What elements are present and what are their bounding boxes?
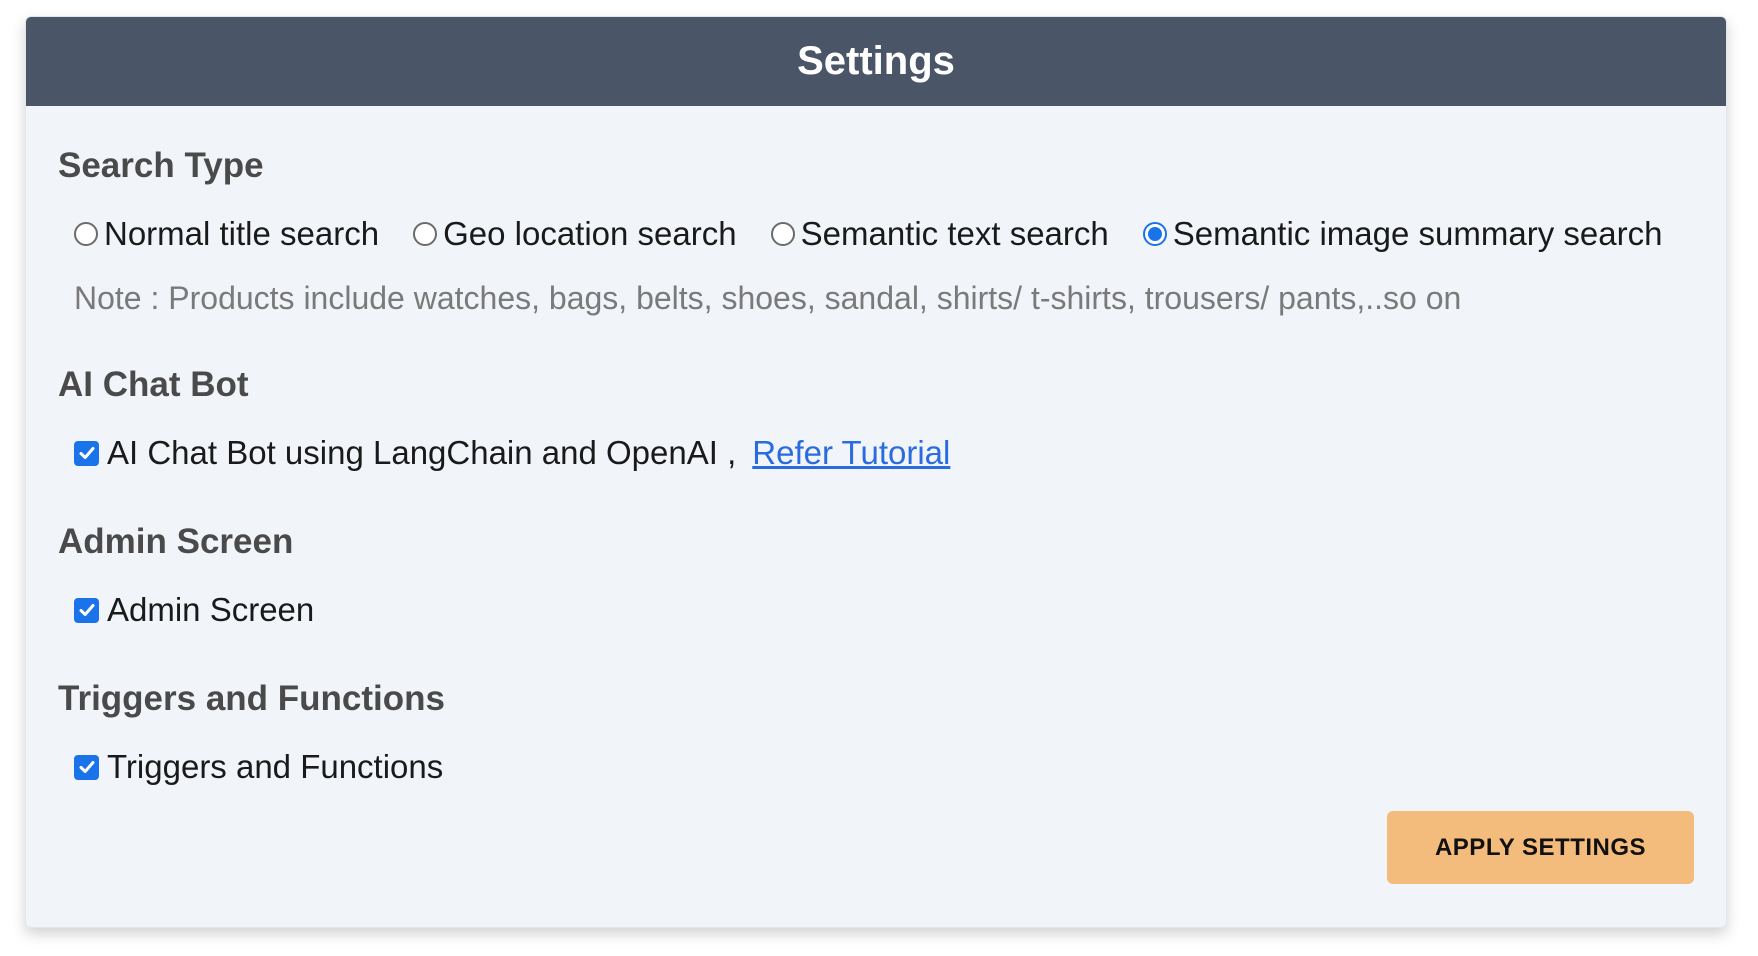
radio-label: Geo location search bbox=[443, 215, 737, 252]
radio-label: Semantic image summary search bbox=[1172, 215, 1663, 252]
triggers-label: Triggers and Functions bbox=[107, 748, 444, 785]
radio-label: Normal title search bbox=[104, 215, 380, 252]
radio-button[interactable] bbox=[413, 222, 438, 246]
admin-screen-title: Admin Screen bbox=[58, 522, 294, 561]
triggers-title: Triggers and Functions bbox=[58, 679, 445, 718]
search-type-section: Search Type Normal title search Geo loca… bbox=[58, 106, 1694, 318]
admin-screen-section: Admin Screen Admin Screen bbox=[58, 521, 1694, 630]
ai-chat-bot-title: AI Chat Bot bbox=[58, 365, 249, 404]
ai-chat-bot-option: AI Chat Bot using LangChain and OpenAI ,… bbox=[74, 433, 1694, 473]
ai-chat-bot-label: AI Chat Bot using LangChain and OpenAI , bbox=[107, 434, 737, 471]
checkmark-icon bbox=[79, 604, 94, 616]
checkmark-icon bbox=[79, 447, 94, 459]
panel-body: Search Type Normal title search Geo loca… bbox=[26, 106, 1726, 927]
radio-semantic-text-search[interactable]: Semantic text search bbox=[770, 215, 1109, 253]
radio-label: Semantic text search bbox=[800, 215, 1109, 252]
radio-button-selected[interactable] bbox=[1142, 222, 1167, 246]
radio-normal-title-search[interactable]: Normal title search bbox=[74, 215, 379, 253]
admin-screen-option: Admin Screen bbox=[74, 590, 1694, 630]
radio-button[interactable] bbox=[74, 222, 98, 246]
search-type-radio-group: Normal title search Geo location search … bbox=[74, 214, 1694, 254]
admin-screen-checkbox[interactable] bbox=[74, 597, 99, 623]
triggers-option: Triggers and Functions bbox=[74, 747, 1694, 787]
ai-chat-bot-checkbox[interactable] bbox=[74, 440, 99, 466]
triggers-checkbox[interactable] bbox=[74, 754, 99, 780]
checkmark-icon bbox=[79, 761, 94, 773]
triggers-section: Triggers and Functions Triggers and Func… bbox=[58, 678, 1694, 787]
ai-chat-bot-section: AI Chat Bot AI Chat Bot using LangChain … bbox=[58, 364, 1694, 473]
search-type-title: Search Type bbox=[58, 146, 264, 185]
products-note: Note : Products include watches, bags, b… bbox=[74, 280, 1462, 316]
radio-geo-location-search[interactable]: Geo location search bbox=[413, 215, 737, 253]
apply-settings-button[interactable]: APPLY SETTINGS bbox=[1387, 811, 1694, 884]
panel-header: Settings bbox=[26, 17, 1726, 106]
page-title: Settings bbox=[797, 39, 955, 83]
admin-screen-label: Admin Screen bbox=[107, 591, 315, 628]
radio-button[interactable] bbox=[770, 222, 795, 246]
radio-semantic-image-summary-search[interactable]: Semantic image summary search bbox=[1142, 215, 1663, 253]
settings-panel: Settings Search Type Normal title search… bbox=[25, 16, 1727, 928]
refer-tutorial-link[interactable]: Refer Tutorial bbox=[752, 434, 950, 472]
